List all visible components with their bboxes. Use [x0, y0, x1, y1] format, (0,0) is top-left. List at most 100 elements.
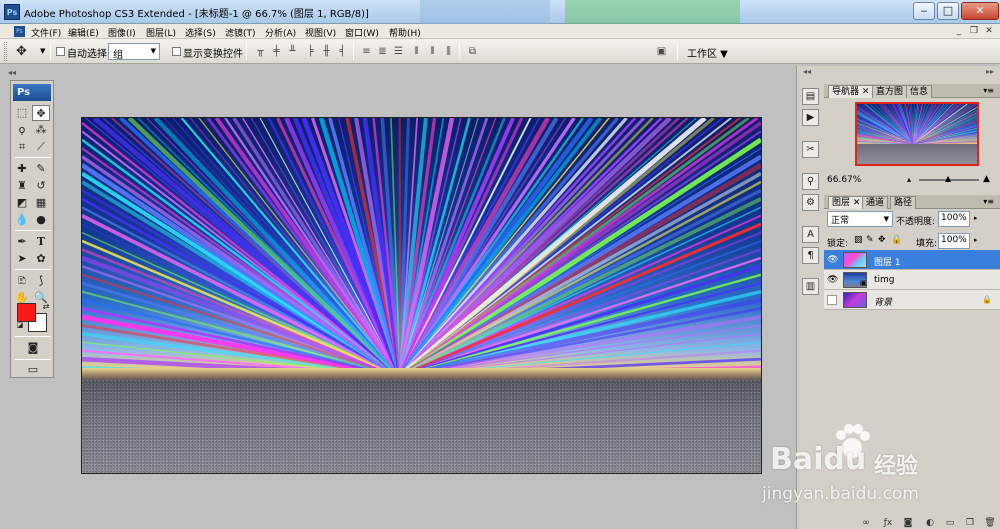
distribute-right-icon[interactable]: ⫼: [442, 45, 455, 58]
notes-tool-icon[interactable]: 🗈: [13, 273, 31, 289]
blur-tool-icon[interactable]: 💧: [13, 212, 31, 228]
character-panel-icon[interactable]: A: [802, 226, 819, 243]
align-vcenter-icon[interactable]: ╪: [270, 45, 283, 58]
eyedropper-tool-icon[interactable]: ⟆: [32, 273, 50, 289]
swap-colors-icon[interactable]: ⇄: [37, 299, 55, 315]
fill-input[interactable]: 100%: [938, 233, 970, 249]
opacity-arrow-icon[interactable]: ▸: [974, 214, 978, 222]
paragraph-panel-icon[interactable]: ¶: [802, 247, 819, 264]
menu-select[interactable]: 选择(S): [185, 26, 216, 39]
menu-analysis[interactable]: 分析(A): [265, 26, 296, 39]
zoom-percent[interactable]: 66.67%: [827, 175, 861, 185]
new-layer-icon[interactable]: ❐: [964, 517, 976, 529]
adjustment-layer-icon[interactable]: ◐: [924, 517, 936, 529]
lasso-tool-icon[interactable]: ϙ: [13, 122, 31, 138]
align-bottom-icon[interactable]: ╨: [286, 45, 299, 58]
auto-select-dropdown[interactable]: 组 ▼: [108, 43, 160, 61]
eraser-tool-icon[interactable]: ◩: [13, 195, 31, 211]
menu-file[interactable]: 文件(F): [31, 26, 61, 39]
quick-mask-icon[interactable]: ◙: [24, 340, 42, 356]
lock-image-icon[interactable]: ✎: [866, 235, 874, 245]
dodge-tool-icon[interactable]: ●: [32, 212, 50, 228]
doc-restore-icon[interactable]: ❐: [968, 25, 980, 37]
doc-minimize-icon[interactable]: _: [953, 25, 965, 37]
doc-close-icon[interactable]: ✕: [983, 25, 995, 37]
tab-histogram[interactable]: 直方图: [872, 85, 908, 98]
document-canvas[interactable]: [81, 117, 762, 474]
menu-layer[interactable]: 图层(L): [146, 26, 176, 39]
delete-layer-icon[interactable]: 🗑: [984, 517, 996, 529]
lock-all-icon[interactable]: 🔒: [891, 235, 902, 245]
magic-wand-tool-icon[interactable]: ⁂: [32, 122, 50, 138]
history-brush-tool-icon[interactable]: ↺: [32, 178, 50, 194]
history-panel-icon[interactable]: ▤: [802, 88, 819, 105]
panel-menu-icon[interactable]: ▾≡: [983, 86, 994, 95]
clone-stamp-tool-icon[interactable]: ♜: [13, 178, 31, 194]
distribute-vcenter-icon[interactable]: ≣: [376, 45, 389, 58]
type-tool-icon[interactable]: T: [32, 234, 50, 250]
layer-row-timg[interactable]: 👁 ▣ timg: [824, 270, 1000, 290]
dock-expand-icon[interactable]: ◂◂: [803, 67, 811, 76]
brushes-panel-icon[interactable]: ⚲: [802, 173, 819, 190]
opacity-input[interactable]: 100%: [938, 211, 970, 227]
align-hcenter-icon[interactable]: ╫: [320, 45, 333, 58]
lock-position-icon[interactable]: ✥: [878, 235, 886, 245]
panel-collapse-icon[interactable]: ▸▸: [986, 67, 994, 76]
menu-window[interactable]: 窗口(W): [345, 26, 379, 39]
fill-arrow-icon[interactable]: ▸: [974, 236, 978, 244]
workspace-menu[interactable]: 工作区 ▼: [687, 45, 728, 60]
actions-panel-icon[interactable]: ▶: [802, 109, 819, 126]
blend-mode-dropdown[interactable]: 正常 ▼: [827, 211, 893, 227]
layer-mask-icon[interactable]: ◙: [902, 517, 914, 529]
custom-shape-tool-icon[interactable]: ✿: [32, 251, 50, 267]
menu-help[interactable]: 帮助(H): [389, 26, 421, 39]
distribute-bottom-icon[interactable]: ☰: [392, 45, 405, 58]
path-selection-tool-icon[interactable]: ➤: [13, 251, 31, 267]
tab-info[interactable]: 信息: [906, 85, 933, 98]
visibility-toggle[interactable]: [827, 295, 837, 305]
brush-tool-icon[interactable]: ✎: [32, 161, 50, 177]
minimize-button[interactable]: ‒: [913, 2, 935, 20]
menu-edit[interactable]: 编辑(E): [68, 26, 99, 39]
lock-transparent-icon[interactable]: ▨: [854, 235, 863, 245]
navigator-thumbnail[interactable]: [855, 102, 979, 166]
align-top-icon[interactable]: ╥: [254, 45, 267, 58]
toolbox-collapse-icon[interactable]: ◂◂: [8, 68, 54, 78]
maximize-button[interactable]: □: [937, 2, 959, 20]
tab-channels[interactable]: 通道: [862, 196, 889, 209]
chevron-down-icon[interactable]: ▼: [40, 47, 45, 55]
distribute-left-icon[interactable]: ⦀: [410, 45, 423, 58]
menu-filter[interactable]: 滤镜(T): [225, 26, 256, 39]
show-transform-checkbox[interactable]: [172, 47, 181, 56]
auto-align-layers-icon[interactable]: ⧉: [466, 45, 479, 58]
layer-row-background[interactable]: 背景 🔒: [824, 290, 1000, 310]
panel-menu-icon[interactable]: ▾≡: [983, 197, 994, 206]
file-browser-icon[interactable]: ▣: [655, 45, 668, 58]
tab-paths[interactable]: 路径: [890, 196, 917, 209]
zoom-in-icon[interactable]: ▲: [983, 174, 990, 184]
tab-layers[interactable]: 图层 ✕: [828, 196, 865, 209]
default-colors-icon[interactable]: ◪: [11, 317, 29, 333]
align-right-icon[interactable]: ╡: [336, 45, 349, 58]
layer-row-layer1[interactable]: 👁 图层 1: [824, 250, 1000, 270]
eye-icon[interactable]: 👁: [827, 275, 838, 285]
align-left-icon[interactable]: ╞: [304, 45, 317, 58]
distribute-top-icon[interactable]: ≡: [360, 45, 373, 58]
zoom-slider-handle[interactable]: ▲: [945, 174, 951, 183]
tab-navigator[interactable]: 导航器 ✕: [828, 85, 874, 98]
marquee-tool-icon[interactable]: ⬚: [13, 105, 31, 121]
eye-icon[interactable]: 👁: [827, 255, 838, 265]
screen-mode-icon[interactable]: ▭: [24, 362, 42, 378]
new-group-icon[interactable]: ▭: [944, 517, 956, 529]
distribute-hcenter-icon[interactable]: ⫴: [426, 45, 439, 58]
tool-presets-icon[interactable]: ✂: [802, 141, 819, 158]
healing-brush-tool-icon[interactable]: ✚: [13, 161, 31, 177]
link-layers-icon[interactable]: ∞: [860, 517, 872, 529]
auto-select-checkbox[interactable]: [56, 47, 65, 56]
pen-tool-icon[interactable]: ✒: [13, 234, 31, 250]
options-grip[interactable]: [4, 42, 7, 61]
crop-tool-icon[interactable]: ⌗: [13, 139, 31, 155]
clone-source-icon[interactable]: ⚙: [802, 194, 819, 211]
layer-comps-icon[interactable]: ▥: [802, 278, 819, 295]
move-tool-icon[interactable]: ✥: [32, 105, 50, 121]
